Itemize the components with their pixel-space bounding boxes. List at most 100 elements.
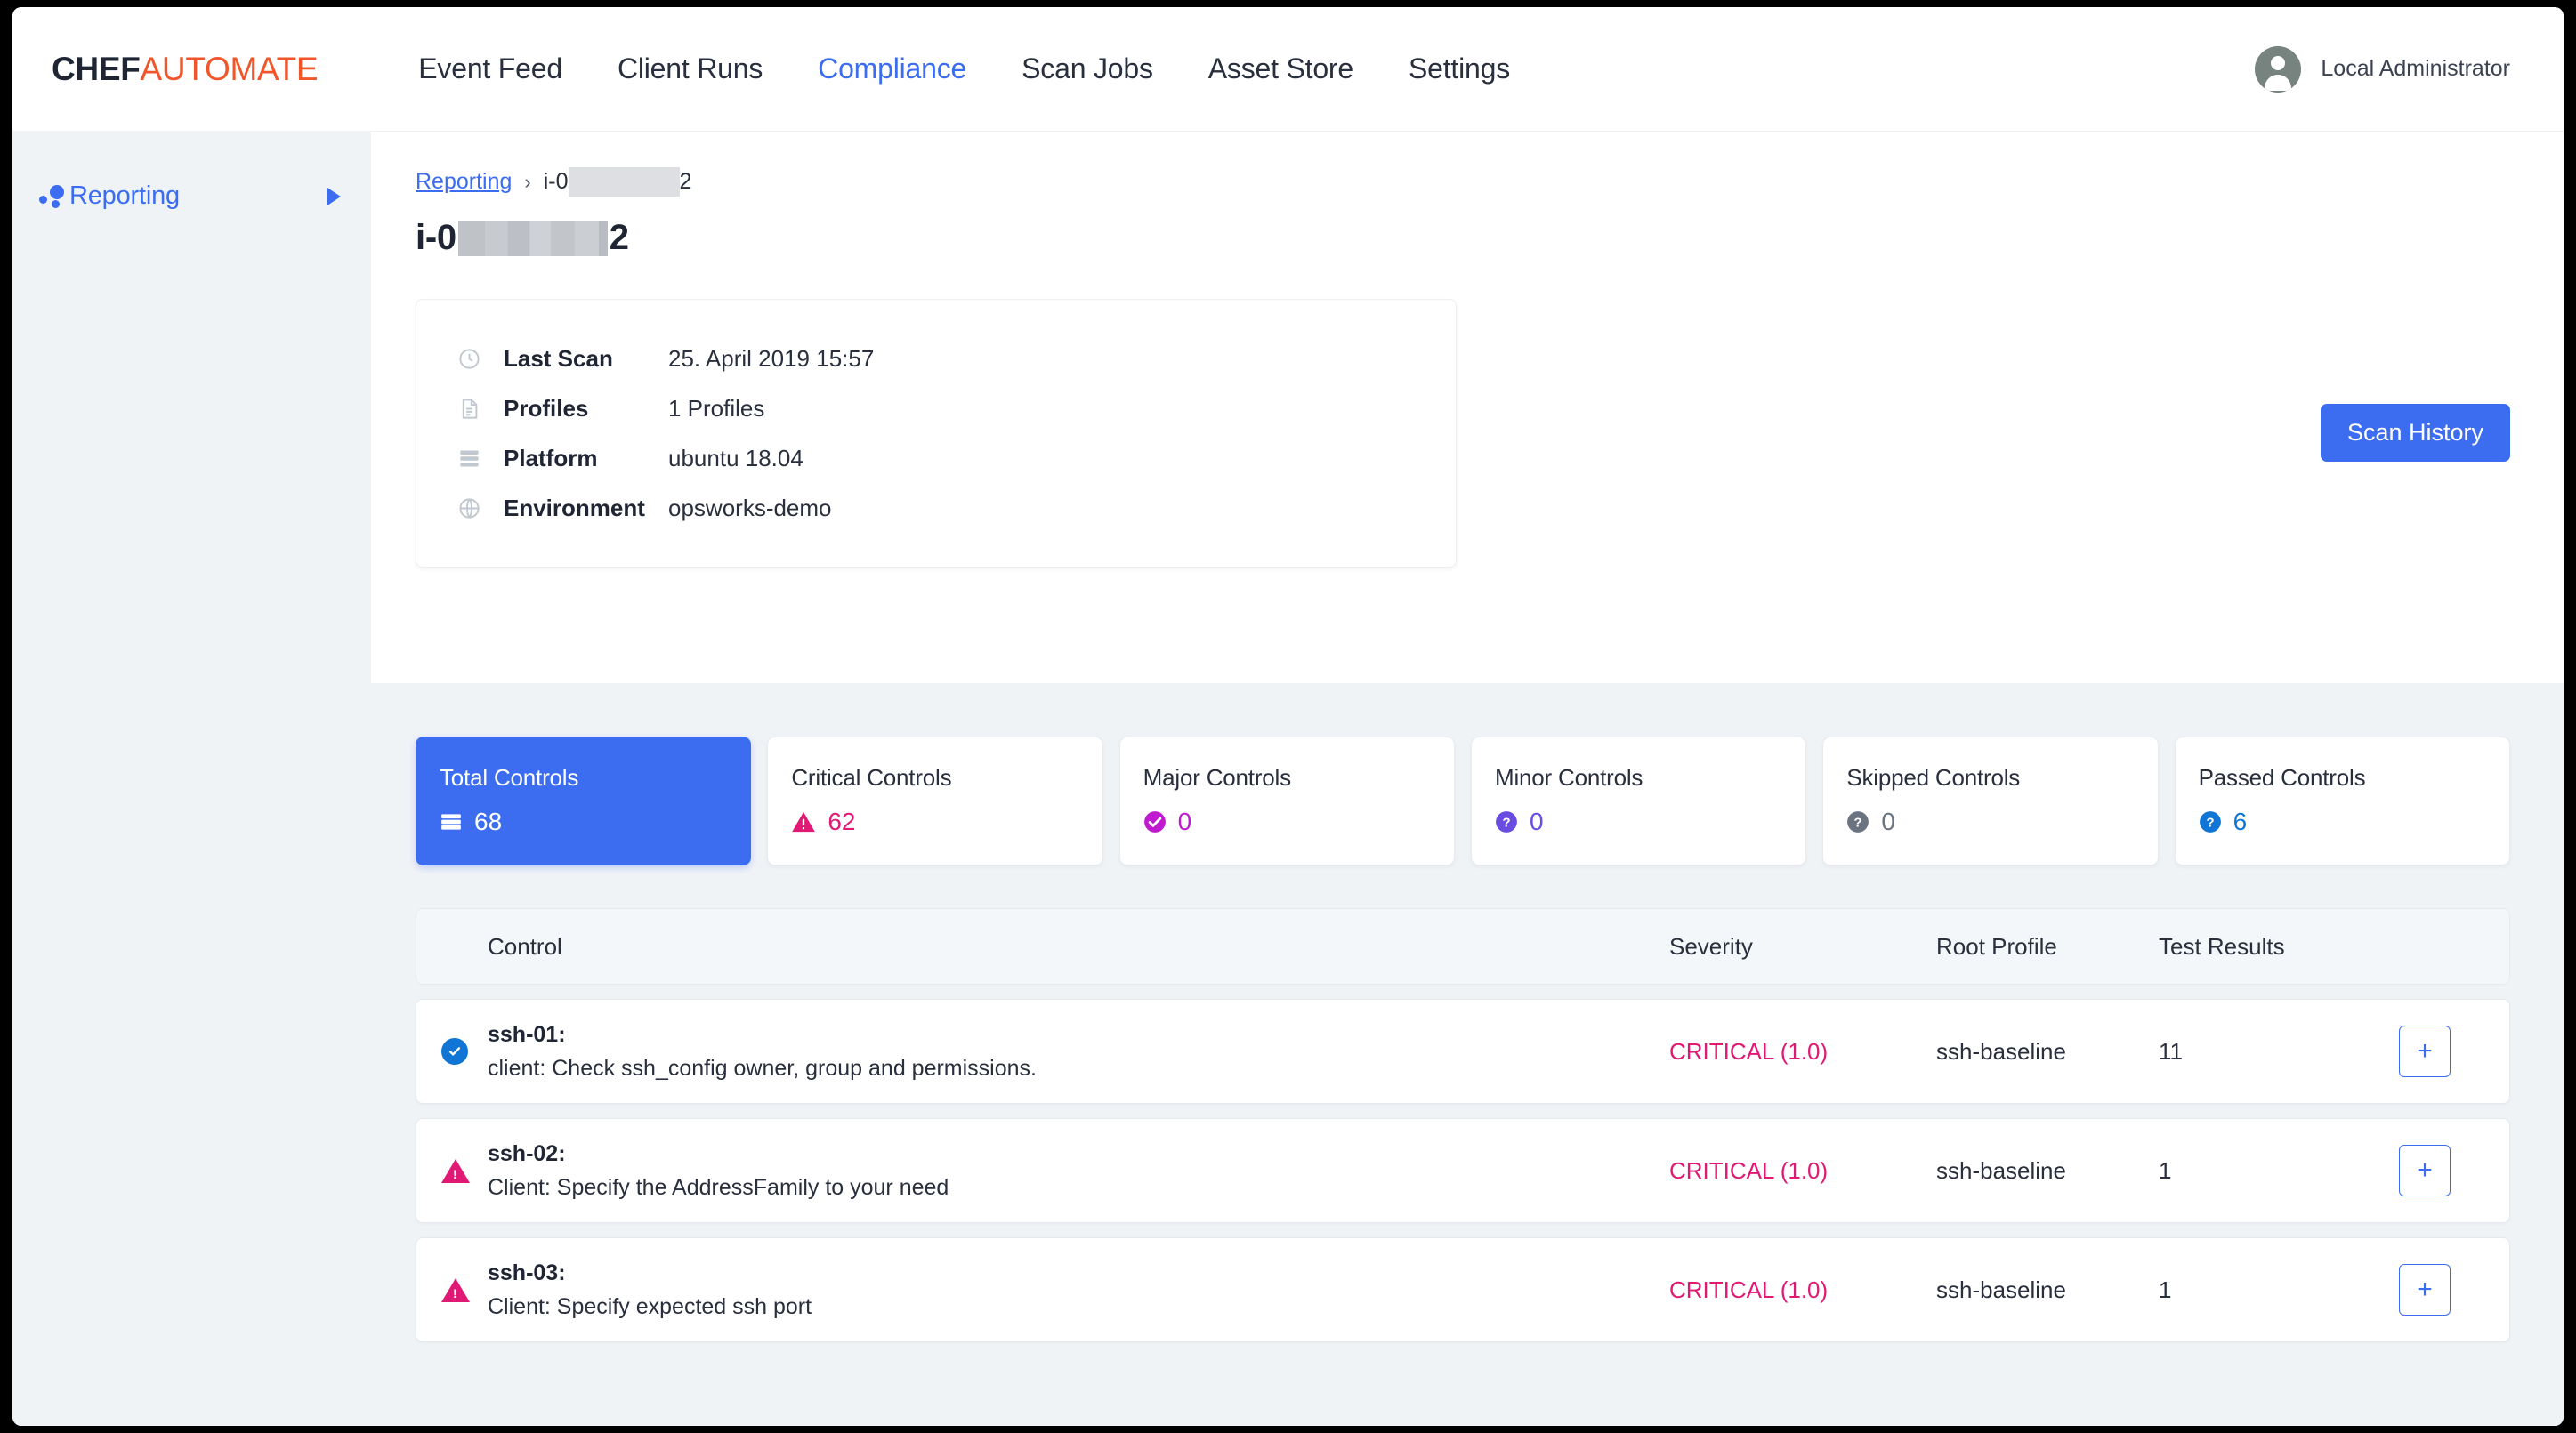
stat-card-title: Critical Controls	[791, 764, 952, 791]
control-name: ssh-03:	[488, 1260, 566, 1285]
stat-card-title: Minor Controls	[1494, 764, 1643, 791]
chef-automate-logo[interactable]: CHEFAUTOMATE	[52, 50, 319, 88]
nav-item-client-runs[interactable]: Client Runs	[590, 52, 790, 85]
control-name: ssh-01:	[488, 1021, 566, 1047]
info-row-profiles: Profiles 1 Profiles	[457, 383, 1456, 433]
node-info-card: Last Scan 25. April 2019 15:57 Profiles …	[416, 299, 1457, 568]
stat-card-value: 0	[1177, 808, 1192, 835]
row-actions: +	[2399, 1145, 2479, 1196]
control-description: client: Check ssh_config owner, group an…	[488, 1055, 1037, 1081]
severity-badge: CRITICAL (1.0)	[1669, 1037, 1829, 1065]
breadcrumb-separator-icon: ›	[524, 170, 531, 193]
table-row[interactable]: ssh-03: Client: Specify expected ssh por…	[416, 1237, 2510, 1342]
control-cell: ssh-02: Client: Specify the AddressFamil…	[488, 1141, 1669, 1201]
stat-card-title: Passed Controls	[2198, 764, 2366, 791]
root-profile-cell: ssh-baseline	[1936, 1156, 2066, 1184]
control-stat-cards: Total Controls 68 Critical Controls 62 M…	[416, 737, 2510, 865]
nav-item-scan-jobs[interactable]: Scan Jobs	[994, 52, 1181, 85]
controls-table: Control Severity Root Profile Test Resul…	[416, 908, 2510, 1378]
redaction-block	[568, 167, 680, 197]
user-name-label: Local Administrator	[2321, 56, 2510, 81]
main-content: Reporting › i-0 2 i-0 2 Scan History Las…	[371, 132, 2564, 1426]
scan-history-button[interactable]: Scan History	[2320, 404, 2510, 462]
question-circle-icon: ?	[2199, 810, 2222, 833]
user-menu[interactable]: Local Administrator	[2255, 45, 2510, 93]
stat-card-value: 6	[2233, 808, 2248, 835]
nav-item-compliance[interactable]: Compliance	[790, 52, 994, 85]
expand-row-button[interactable]: +	[2399, 1026, 2451, 1077]
top-navigation-bar: CHEFAUTOMATE Event Feed Client Runs Comp…	[12, 7, 2564, 132]
node-summary-section: Reporting › i-0 2 i-0 2 Scan History Las…	[371, 132, 2564, 683]
breadcrumb-node-suffix: 2	[679, 169, 692, 194]
control-description: Client: Specify the AddressFamily to you…	[488, 1174, 949, 1200]
table-row[interactable]: ssh-02: Client: Specify the AddressFamil…	[416, 1118, 2510, 1223]
stat-card-value: 68	[474, 808, 503, 835]
info-value: ubuntu 18.04	[668, 444, 803, 471]
info-value: 25. April 2019 15:57	[668, 344, 875, 372]
warning-triangle-icon	[441, 1158, 488, 1183]
clock-icon	[457, 347, 504, 371]
column-header-root-profile: Root Profile	[1936, 932, 2057, 960]
severity-badge: CRITICAL (1.0)	[1669, 1156, 1829, 1184]
controls-section: Total Controls 68 Critical Controls 62 M…	[371, 683, 2564, 1426]
control-cell: ssh-01: client: Check ssh_config owner, …	[488, 1022, 1669, 1082]
svg-text:?: ?	[1502, 816, 1510, 831]
server-list-icon	[440, 810, 463, 833]
control-cell: ssh-03: Client: Specify expected ssh por…	[488, 1260, 1669, 1320]
breadcrumb: Reporting › i-0 2	[416, 167, 2510, 197]
severity-badge: CRITICAL (1.0)	[1669, 1276, 1829, 1303]
stat-card-passed-controls[interactable]: Passed Controls ? 6	[2174, 737, 2510, 865]
warning-triangle-icon	[791, 810, 816, 833]
caret-right-icon[interactable]	[327, 187, 341, 205]
breadcrumb-current-node: i-0 2	[544, 167, 692, 197]
primary-nav-links: Event Feed Client Runs Compliance Scan J…	[391, 52, 1538, 85]
nav-item-event-feed[interactable]: Event Feed	[391, 52, 590, 85]
column-header-severity: Severity	[1669, 932, 1753, 960]
test-results-cell: 11	[2159, 1037, 2183, 1065]
svg-text:?: ?	[2206, 816, 2214, 831]
expand-row-button[interactable]: +	[2399, 1145, 2451, 1196]
stat-card-value: 62	[828, 808, 856, 835]
control-description: Client: Specify expected ssh port	[488, 1293, 812, 1319]
breadcrumb-link-reporting[interactable]: Reporting	[416, 169, 512, 195]
table-row[interactable]: ssh-01: client: Check ssh_config owner, …	[416, 999, 2510, 1104]
page-title-prefix: i-0	[416, 218, 456, 257]
sidebar-item-reporting[interactable]: Reporting	[12, 169, 371, 223]
info-label: Last Scan	[504, 344, 613, 372]
question-circle-icon: ?	[1495, 810, 1518, 833]
root-profile-cell: ssh-baseline	[1936, 1037, 2066, 1065]
warning-triangle-icon	[441, 1277, 488, 1302]
app-body: Reporting Reporting › i-0 2 i-0 2 Scan H…	[12, 132, 2564, 1426]
page-title-suffix: 2	[609, 218, 629, 257]
test-results-cell: 1	[2159, 1156, 2172, 1184]
svg-text:?: ?	[1854, 816, 1862, 831]
info-value: opsworks-demo	[668, 494, 832, 521]
dots-cluster-icon	[39, 184, 69, 208]
stat-card-value: 0	[1529, 808, 1544, 835]
nav-item-asset-store[interactable]: Asset Store	[1181, 52, 1381, 85]
column-header-test-results: Test Results	[2159, 932, 2285, 960]
logo-chef-text: CHEF	[52, 50, 141, 87]
stat-card-critical-controls[interactable]: Critical Controls 62	[767, 737, 1103, 865]
expand-row-button[interactable]: +	[2399, 1264, 2451, 1316]
stat-card-major-controls[interactable]: Major Controls 0	[1118, 737, 1455, 865]
stat-card-total-controls[interactable]: Total Controls 68	[416, 737, 752, 865]
info-label: Platform	[504, 444, 598, 471]
stat-card-minor-controls[interactable]: Minor Controls ? 0	[1470, 737, 1807, 865]
row-actions: +	[2399, 1026, 2479, 1077]
root-profile-cell: ssh-baseline	[1936, 1276, 2066, 1303]
test-results-cell: 1	[2159, 1276, 2172, 1303]
server-list-icon	[457, 447, 504, 471]
sidebar-item-label: Reporting	[69, 181, 180, 210]
info-row-last-scan: Last Scan 25. April 2019 15:57	[457, 334, 1456, 383]
check-circle-icon	[441, 1038, 488, 1065]
logo-automate-text: AUTOMATE	[140, 50, 319, 87]
app-window: CHEFAUTOMATE Event Feed Client Runs Comp…	[12, 7, 2564, 1426]
nav-item-settings[interactable]: Settings	[1381, 52, 1538, 85]
stat-card-skipped-controls[interactable]: Skipped Controls ? 0	[1822, 737, 2159, 865]
question-circle-icon: ?	[1846, 810, 1869, 833]
stat-card-title: Skipped Controls	[1846, 764, 2021, 791]
info-label: Profiles	[504, 394, 589, 422]
info-row-platform: Platform ubuntu 18.04	[457, 433, 1456, 483]
info-label: Environment	[504, 494, 645, 521]
